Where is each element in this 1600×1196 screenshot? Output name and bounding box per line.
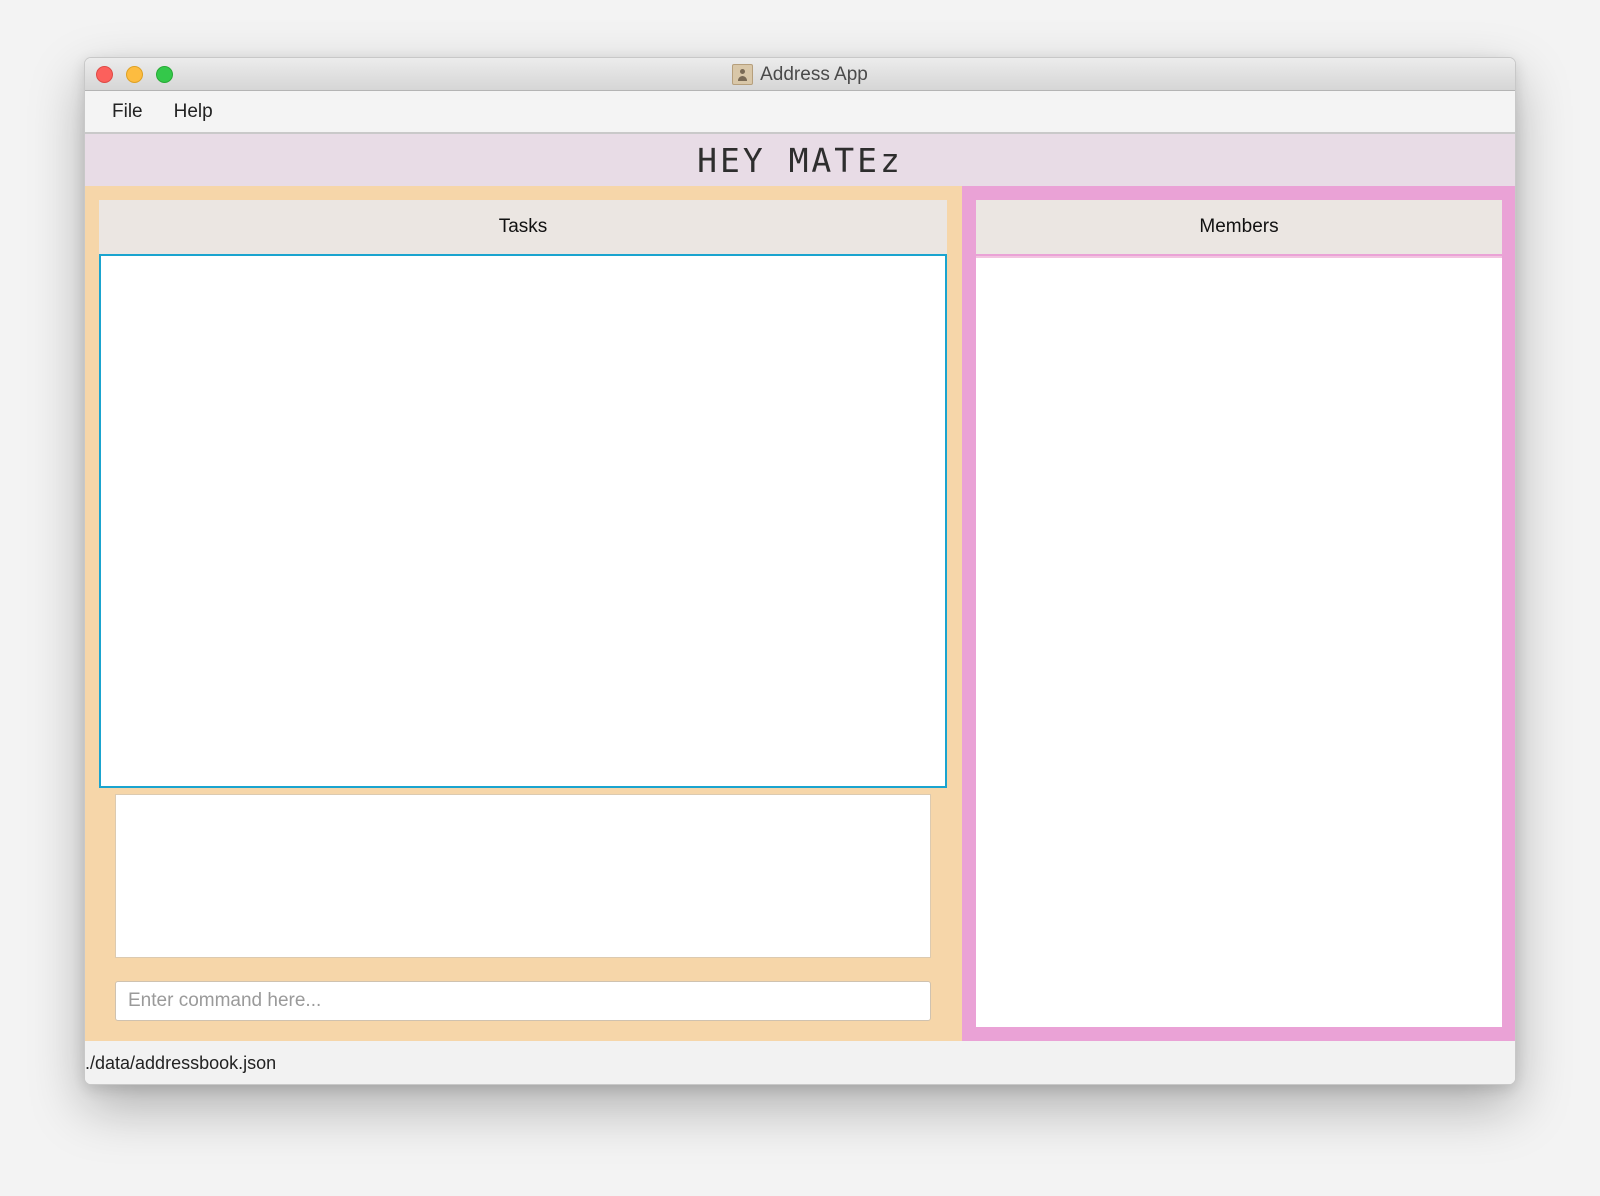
tasks-pane: Tasks <box>85 186 962 1041</box>
status-bar: ./data/addressbook.json <box>85 1041 1515 1084</box>
member-list[interactable] <box>976 256 1502 1027</box>
members-label: Members <box>1199 216 1279 237</box>
menu-help[interactable]: Help <box>174 101 213 123</box>
app-header-title: HEY MATEz <box>85 134 1515 186</box>
save-location-path: ./data/addressbook.json <box>85 1053 277 1073</box>
tasks-panel-header: Tasks <box>99 200 947 254</box>
menu-file[interactable]: File <box>112 101 143 123</box>
tasks-label: Tasks <box>498 216 548 237</box>
members-panel-header: Members <box>976 200 1502 254</box>
address-book-icon <box>732 64 754 85</box>
command-input[interactable] <box>115 981 931 1021</box>
menu-bar: File Help <box>85 91 1515 134</box>
title-bar[interactable]: Address App <box>85 58 1515 91</box>
result-display[interactable] <box>115 794 931 958</box>
task-list[interactable] <box>99 254 947 788</box>
members-pane: Members <box>962 186 1515 1041</box>
window-title-group: Address App <box>85 58 1515 91</box>
app-window: Address App File Help HEY MATEz Tasks Me… <box>84 57 1516 1085</box>
window-title: Address App <box>760 63 868 85</box>
